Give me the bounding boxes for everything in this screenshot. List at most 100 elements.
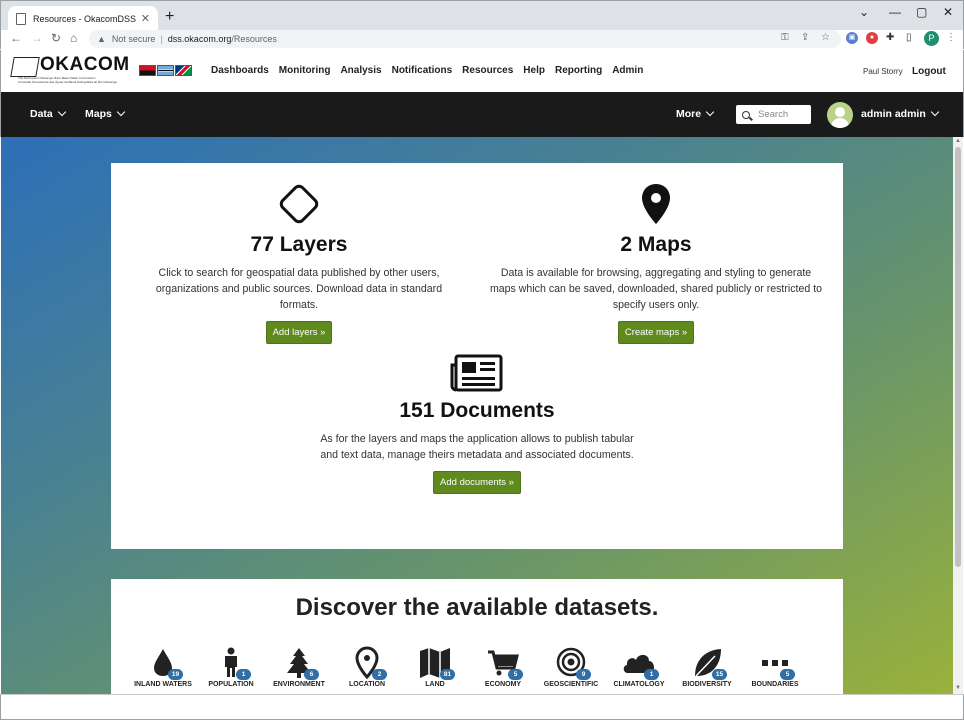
- key-icon[interactable]: ⚿: [781, 32, 789, 43]
- extensions-puzzle-icon[interactable]: ✚: [886, 32, 894, 43]
- layers-count-title: 77 Layers: [250, 233, 348, 256]
- nav-item-reporting[interactable]: Reporting: [555, 65, 602, 76]
- nav-item-notifications[interactable]: Notifications: [392, 65, 453, 76]
- reload-icon[interactable]: ↻: [51, 31, 61, 45]
- okacom-logo[interactable]: OKACOM The Permanent Okavango River Basi…: [10, 54, 132, 86]
- url-text: dss.okacom.org/Resources: [167, 34, 277, 44]
- nav-item-resources[interactable]: Resources: [462, 65, 513, 76]
- new-tab-button[interactable]: +: [165, 8, 174, 26]
- tab-search-chevron-icon[interactable]: ⌄: [859, 5, 869, 19]
- chevron-down-icon: [930, 107, 940, 117]
- address-input[interactable]: ▲ Not secure | dss.okacom.org/Resources: [89, 30, 841, 48]
- scroll-down-icon[interactable]: ▼: [955, 685, 961, 691]
- category-geoscientific[interactable]: 9 GEOSCIENTIFIC: [537, 646, 605, 688]
- window-bottom-edge: [0, 694, 964, 720]
- address-bar-row: ← → ↻ ⌂ ▲ Not secure | dss.okacom.org/Re…: [0, 30, 964, 49]
- create-maps-button[interactable]: Create maps »: [617, 321, 695, 344]
- back-icon[interactable]: ←: [10, 31, 22, 45]
- close-window-icon[interactable]: ✕: [943, 5, 953, 19]
- logo-name: OKACOM: [40, 54, 130, 75]
- category-count-badge: 19: [168, 669, 183, 680]
- page-scrollbar[interactable]: ▲ ▼: [953, 137, 963, 694]
- category-count-badge: 81: [440, 669, 455, 680]
- maps-count-title: 2 Maps: [620, 233, 692, 256]
- category-land[interactable]: 81 LAND: [401, 646, 469, 688]
- share-icon[interactable]: ⇪: [801, 32, 809, 43]
- more-menu-label: More: [676, 108, 702, 120]
- search-input[interactable]: Search: [736, 105, 811, 124]
- nav-item-admin[interactable]: Admin: [612, 65, 643, 76]
- category-label: GEOSCIENTIFIC: [543, 681, 599, 688]
- category-count-badge: 1: [644, 669, 659, 680]
- nav-item-help[interactable]: Help: [523, 65, 545, 76]
- category-population[interactable]: 1 POPULATION: [197, 646, 265, 688]
- maps-menu-label: Maps: [85, 108, 112, 120]
- scroll-up-icon[interactable]: ▲: [955, 138, 961, 144]
- category-boundaries[interactable]: 5 BOUNDARIES: [741, 646, 809, 688]
- category-label: ENVIRONMENT: [273, 681, 325, 688]
- minimize-icon[interactable]: —: [889, 5, 901, 19]
- flag-namibia-icon: [175, 65, 192, 76]
- header-user-name[interactable]: Paul Storry: [863, 67, 903, 76]
- tab-title: Resources - OkacomDSS: [33, 13, 137, 24]
- bookmark-star-icon[interactable]: ☆: [821, 32, 830, 43]
- browser-tab[interactable]: Resources - OkacomDSS ✕: [8, 6, 158, 31]
- forward-icon[interactable]: →: [31, 31, 43, 45]
- category-label: ECONOMY: [484, 681, 522, 688]
- browser-tab-bar: Resources - OkacomDSS ✕ + ⌄ — ▢ ✕: [0, 0, 964, 31]
- category-count-badge: 9: [576, 669, 591, 680]
- layers-feature: 77 Layers Click to search for geospatial…: [141, 181, 457, 344]
- scrollbar-thumb[interactable]: [955, 147, 961, 567]
- category-count-badge: 1: [236, 669, 251, 680]
- side-panel-icon[interactable]: ▯: [906, 32, 912, 43]
- resources-card: 77 Layers Click to search for geospatial…: [111, 163, 843, 549]
- home-icon[interactable]: ⌂: [70, 31, 77, 45]
- page-favicon-icon: [16, 12, 26, 25]
- avatar-body: [831, 118, 849, 128]
- search-icon: [742, 110, 750, 119]
- chevron-down-icon: [116, 107, 126, 117]
- more-menu[interactable]: More: [676, 107, 715, 120]
- browser-menu-icon[interactable]: ⋮: [946, 32, 956, 43]
- category-climatology[interactable]: 1 CLIMATOLOGY: [605, 646, 673, 688]
- layers-description: Click to search for geospatial data publ…: [155, 267, 443, 311]
- layers-diamond-icon: [279, 184, 319, 224]
- nav-item-monitoring[interactable]: Monitoring: [279, 65, 331, 76]
- not-secure-label: Not secure: [111, 34, 156, 44]
- category-biodiversity[interactable]: 15 BIODIVERSITY: [673, 646, 741, 688]
- chevron-down-icon: [57, 107, 67, 117]
- nav-item-dashboards[interactable]: Dashboards: [211, 65, 269, 76]
- category-label: LAND: [425, 681, 445, 688]
- nav-item-analysis[interactable]: Analysis: [340, 65, 381, 76]
- flag-angola-icon: [139, 65, 156, 76]
- user-menu[interactable]: admin admin: [861, 107, 940, 120]
- maximize-icon[interactable]: ▢: [916, 5, 927, 19]
- extension-red-icon[interactable]: ●: [866, 32, 878, 44]
- documents-count-title: 151 Documents: [399, 399, 555, 422]
- category-economy[interactable]: 5 ECONOMY: [469, 646, 537, 688]
- user-menu-label: admin admin: [861, 108, 926, 120]
- category-environment[interactable]: 6 ENVIRONMENT: [265, 646, 333, 688]
- logout-link[interactable]: Logout: [912, 66, 946, 77]
- category-inland-waters[interactable]: 19 INLAND WATERS: [129, 646, 197, 688]
- documents-feature: 151 Documents As for the layers and maps…: [311, 353, 643, 494]
- category-list: 19 INLAND WATERS 1 POPULATION 6 ENVIRONM…: [129, 646, 829, 694]
- logo-subtitle: The Permanent Okavango River Basin Water…: [18, 76, 118, 84]
- avatar-head: [835, 107, 845, 117]
- maps-feature: 2 Maps Data is available for browsing, a…: [489, 181, 823, 344]
- data-menu[interactable]: Data: [30, 107, 67, 120]
- category-label: BIODIVERSITY: [682, 681, 732, 688]
- category-label: CLIMATOLOGY: [613, 681, 665, 688]
- category-count-badge: 2: [372, 669, 387, 680]
- profile-avatar[interactable]: P: [924, 31, 939, 46]
- extension-translate-icon[interactable]: ▣: [846, 32, 858, 44]
- add-layers-button[interactable]: Add layers »: [265, 321, 333, 344]
- category-location[interactable]: 2 LOCATION: [333, 646, 401, 688]
- maps-menu[interactable]: Maps: [85, 107, 126, 120]
- secondary-nav: Data Maps More Search admin admin: [0, 92, 964, 137]
- documents-description: As for the layers and maps the applicati…: [320, 433, 634, 461]
- add-documents-button[interactable]: Add documents »: [433, 471, 521, 494]
- close-tab-icon[interactable]: ✕: [141, 12, 150, 25]
- avatar[interactable]: [827, 102, 853, 128]
- category-count-badge: 6: [304, 669, 319, 680]
